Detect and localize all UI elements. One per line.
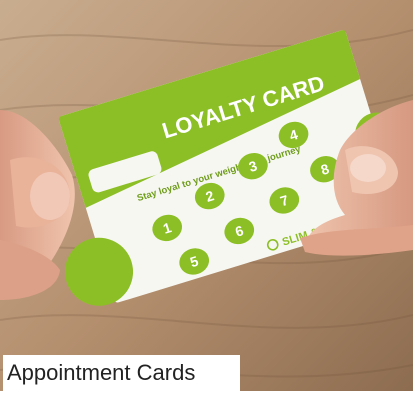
left-thumbnail <box>30 172 70 220</box>
loyalty-card-photo: LOYALTY CARD Stay loyal to your weight l… <box>0 0 413 414</box>
caption-label: Appointment Cards <box>3 355 240 391</box>
photo: LOYALTY CARD Stay loyal to your weight l… <box>0 0 413 414</box>
right-thumbnail <box>350 154 386 182</box>
bottom-band <box>0 391 413 414</box>
